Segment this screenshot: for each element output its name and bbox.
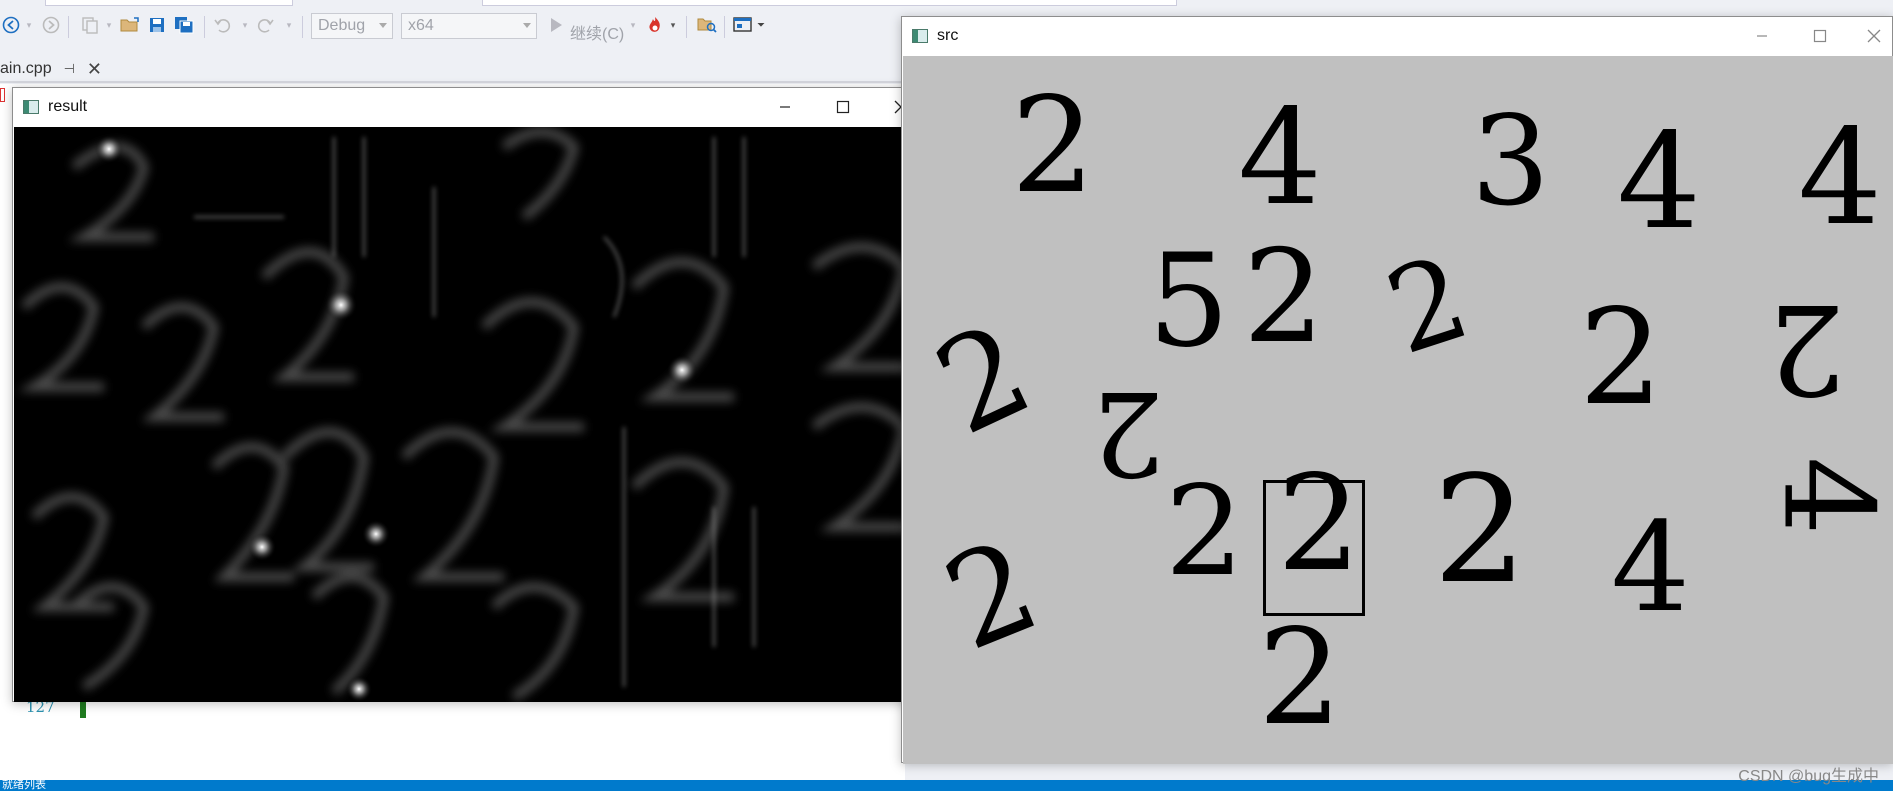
continue-button[interactable]: 继续(C) (570, 20, 624, 44)
toolbar-separator (724, 16, 725, 38)
window-app-icon (23, 100, 39, 114)
hot-reload-dropdown-icon[interactable]: ▾ (668, 15, 678, 35)
window-app-icon (912, 29, 928, 43)
desktop: ▾ ▾ ▾ ▾ Debug x64 继续(C) ▾ ▾ ⏷ ain.cpp ⊣ … (0, 0, 1893, 791)
toolbar-separator (68, 16, 69, 38)
minimize-icon[interactable] (1740, 23, 1784, 49)
close-icon[interactable] (1852, 23, 1893, 49)
toolbar-separator (686, 16, 687, 38)
configuration-value: Debug (318, 17, 366, 34)
digit: 2 (1165, 460, 1244, 604)
digit: 4 (1611, 496, 1690, 640)
play-icon[interactable] (548, 15, 564, 35)
top-combo-right[interactable] (482, 0, 1177, 6)
back-icon[interactable] (2, 15, 20, 35)
digit: 2 (1091, 365, 1165, 500)
digit: 2 (925, 511, 1058, 680)
result-image (14, 127, 922, 702)
pin-icon[interactable]: ⊣ (64, 61, 75, 77)
tab-label: ain.cpp (0, 60, 52, 77)
window-title: result (48, 98, 88, 115)
digit: 2 (1767, 276, 1846, 420)
ide-toolbar: ▾ ▾ ▾ ▾ Debug x64 继续(C) ▾ ▾ ⏷ (0, 8, 905, 44)
src-image: 2 4 3 4 4 5 2 2 2 2 2 2 2 2 2 4 4 2 2 (903, 56, 1893, 764)
forward-icon[interactable] (42, 15, 60, 35)
digit: 2 (1579, 281, 1663, 435)
save-all-icon[interactable] (174, 15, 194, 35)
back-dropdown-icon[interactable]: ▾ (24, 15, 34, 35)
digit: 5 (1148, 227, 1230, 376)
new-project-icon[interactable] (80, 15, 100, 35)
undo-icon[interactable] (212, 15, 232, 35)
hot-reload-icon[interactable] (644, 15, 666, 35)
match-bounding-box (1263, 480, 1365, 616)
result-titlebar[interactable]: result (13, 88, 922, 126)
digit: 2 (1243, 223, 1325, 372)
continue-dropdown-icon[interactable]: ▾ (628, 15, 638, 35)
toolbar-separator (302, 16, 303, 38)
result-heatmap (17, 127, 914, 702)
status-text: 就绪列表 (2, 779, 46, 791)
window-layout-icon[interactable] (732, 15, 754, 35)
redo-dropdown-icon[interactable]: ▾ (284, 15, 294, 35)
toolbar-separator (204, 16, 205, 38)
redo-icon[interactable] (256, 15, 276, 35)
status-bar: 就绪列表 (0, 780, 1893, 791)
configuration-select[interactable]: Debug (311, 13, 393, 39)
minimize-icon[interactable] (763, 94, 807, 120)
digit: 4 (1617, 105, 1701, 259)
result-window[interactable]: result (12, 87, 923, 702)
digit: 3 (1471, 90, 1550, 234)
find-in-files-icon[interactable] (696, 15, 718, 35)
platform-value: x64 (408, 17, 434, 34)
tab-main-cpp[interactable]: ain.cpp ⊣ ✕ (0, 55, 106, 81)
text-caret (80, 700, 86, 718)
maximize-icon[interactable] (821, 94, 865, 120)
window-title: src (937, 27, 959, 44)
save-icon[interactable] (147, 15, 167, 35)
new-dropdown-icon[interactable]: ▾ (104, 15, 114, 35)
digit: 2 (1258, 601, 1342, 755)
close-tab-icon[interactable]: ✕ (87, 59, 102, 80)
document-tabs: ain.cpp ⊣ ✕ (0, 55, 905, 83)
watermark: CSDN @bug生成中 (1738, 768, 1879, 785)
digit: 4 (1238, 81, 1322, 235)
toolbar-overflow-icon[interactable]: ⏷ (756, 15, 766, 35)
top-combo-left[interactable] (45, 0, 293, 6)
ide-top-strip (0, 0, 1177, 8)
digit: 4 (1755, 456, 1893, 536)
chevron-down-icon (379, 23, 387, 28)
breakpoint-marker (0, 88, 5, 102)
digit: 2 (1433, 444, 1528, 616)
open-folder-icon[interactable] (120, 15, 140, 35)
undo-dropdown-icon[interactable]: ▾ (240, 15, 250, 35)
digit: 2 (915, 294, 1052, 465)
src-window[interactable]: src 2 4 3 4 4 5 2 2 2 2 2 2 2 2 2 4 4 2 … (901, 16, 1893, 764)
digit: 2 (1371, 229, 1484, 382)
chevron-down-icon (523, 23, 531, 28)
digit: 4 (1798, 101, 1882, 255)
digit: 2 (1011, 69, 1095, 223)
maximize-icon[interactable] (1798, 23, 1842, 49)
platform-select[interactable]: x64 (401, 13, 537, 39)
src-titlebar[interactable]: src (902, 17, 1892, 55)
